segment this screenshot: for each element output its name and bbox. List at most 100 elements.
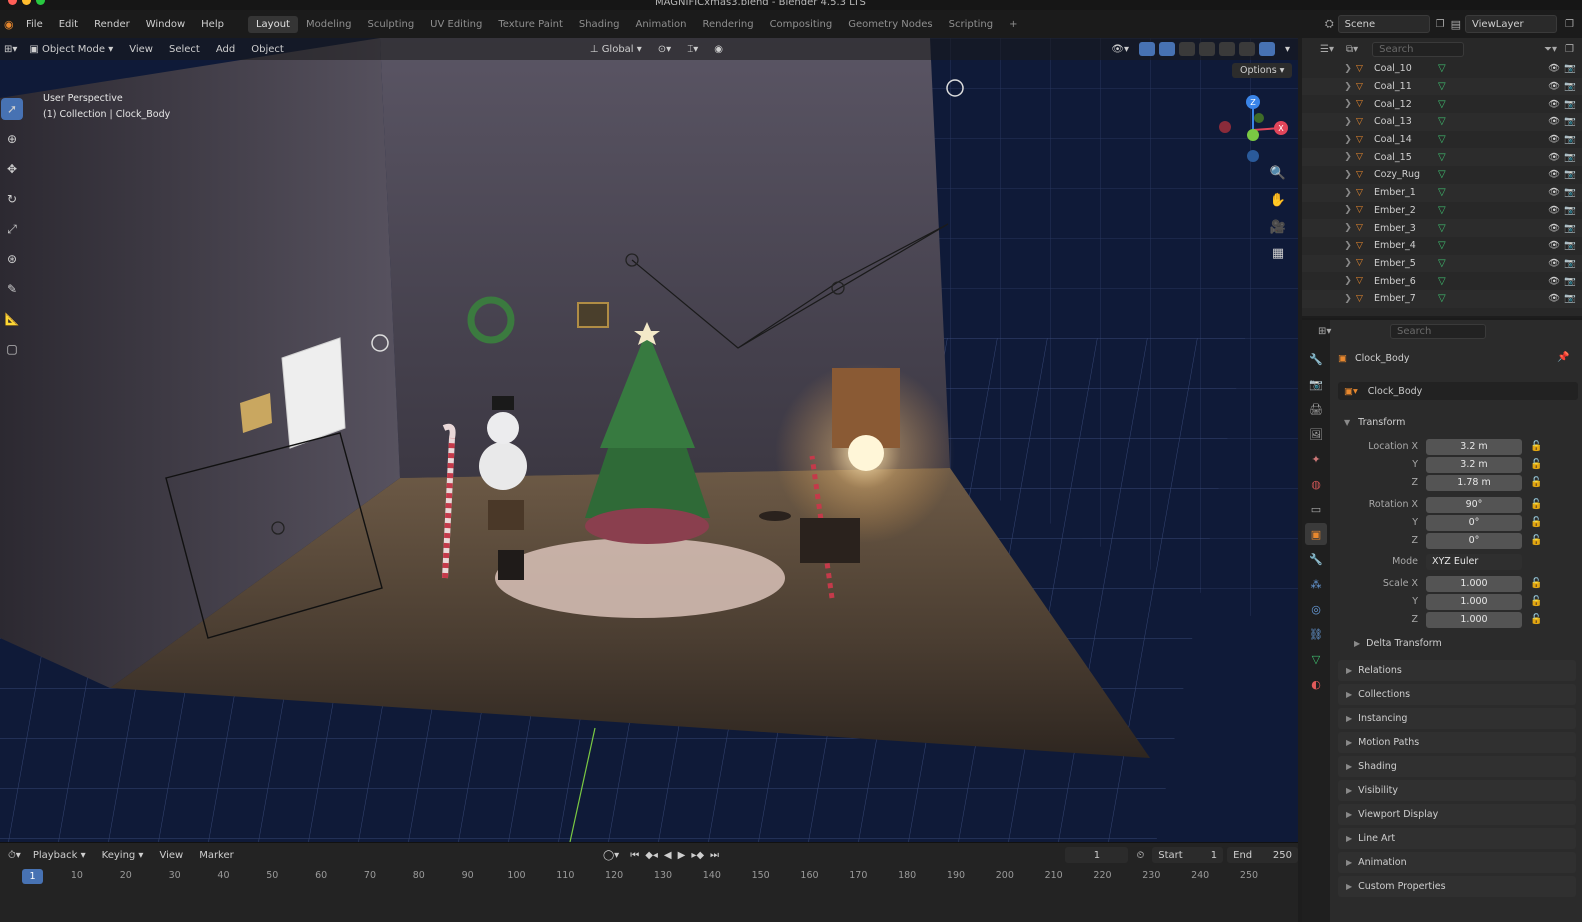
timeline[interactable]: ⏱▾ Playback ▾ Keying ▾ View Marker ◯▾ ⏮ … [0,842,1298,922]
menu-object[interactable]: Object [243,44,292,55]
tab-compositing[interactable]: Compositing [762,16,841,33]
lock-icon[interactable]: 🔓 [1530,596,1542,607]
tab-geometry-nodes[interactable]: Geometry Nodes [840,16,940,33]
end-frame-field[interactable]: End 250 [1227,847,1298,863]
eye-icon[interactable]: 👁 [1548,205,1560,216]
shading-rendered-icon[interactable] [1258,42,1275,56]
pivot-point-icon[interactable]: ⊙▾ [650,44,679,55]
outliner-row[interactable]: ❯ ▽ Ember_1 ▽ 👁 📷 [1302,183,1582,202]
menu-view[interactable]: View [121,44,161,55]
eye-icon[interactable]: 👁 [1548,276,1560,287]
play-reverse-icon[interactable]: ◀ [661,850,675,861]
eye-icon[interactable]: 👁 [1548,258,1560,269]
camera-icon[interactable]: 📷 [1564,293,1576,304]
blender-logo-icon[interactable]: ◉ [4,18,18,31]
perspective-toggle-icon[interactable]: ▦ [1268,246,1288,261]
camera-icon[interactable]: 📷 [1564,205,1576,216]
current-frame-field[interactable]: 1 [1065,847,1129,863]
lock-icon[interactable]: 🔓 [1530,459,1542,470]
minimize-window-button[interactable] [22,0,31,5]
new-scene-icon[interactable]: ❐ [1436,19,1445,30]
menu-select[interactable]: Select [161,44,208,55]
rotation-mode-dropdown[interactable]: XYZ Euler [1426,553,1522,570]
cursor-tool-icon[interactable]: ⊕ [1,128,23,150]
overlay-toggle-icon[interactable] [1158,42,1175,56]
expand-chevron-icon[interactable]: ❯ [1340,276,1356,286]
expand-chevron-icon[interactable]: ❯ [1340,152,1356,162]
mesh-data-icon[interactable]: ▽ [1438,223,1446,234]
eye-icon[interactable]: 👁 [1548,223,1560,234]
camera-icon[interactable]: 📷 [1564,63,1576,74]
expand-chevron-icon[interactable]: ❯ [1340,294,1356,304]
pin-icon[interactable]: 📌 [1557,352,1569,363]
eye-icon[interactable]: 👁 [1548,169,1560,180]
move-tool-icon[interactable]: ✥ [1,158,23,180]
camera-icon[interactable]: 📷 [1564,81,1576,92]
transform-tool-icon[interactable]: ⊛ [1,248,23,270]
add-workspace-button[interactable]: + [1001,16,1025,33]
menu-file[interactable]: File [18,19,51,30]
xray-toggle-icon[interactable] [1178,42,1195,56]
mesh-data-icon[interactable]: ▽ [1438,99,1446,110]
physics-tab-icon[interactable]: ◎ [1305,598,1327,620]
tab-texture-paint[interactable]: Texture Paint [490,16,571,33]
maximize-window-button[interactable] [36,0,45,5]
3d-viewport[interactable] [0,38,1298,842]
annotate-tool-icon[interactable]: ✎ [1,278,23,300]
transform-panel-header[interactable]: ▼ Transform [1338,412,1578,432]
camera-icon[interactable]: 📷 [1564,240,1576,251]
mesh-data-icon[interactable]: ▽ [1438,116,1446,127]
camera-icon[interactable]: 📷 [1564,258,1576,269]
filter-icon[interactable]: ⏷▾ [1544,44,1557,55]
shading-solid-icon[interactable] [1218,42,1235,56]
gizmo-toggle-icon[interactable] [1138,42,1155,56]
view-layer-selector[interactable]: ViewLayer [1465,15,1558,33]
gizmo-neg-y-icon[interactable] [1254,113,1264,123]
outliner-row[interactable]: ❯ ▽ Ember_7 ▽ 👁 📷 [1302,289,1582,308]
scene-selector[interactable]: Scene [1337,15,1430,33]
view-layer-tab-icon[interactable]: 🖼 [1305,423,1327,445]
outliner-editor-icon[interactable]: ☰▾ [1320,44,1334,55]
camera-icon[interactable]: 📷 [1564,223,1576,234]
mesh-data-icon[interactable]: ▽ [1438,240,1446,251]
eye-icon[interactable]: 👁 [1548,81,1560,92]
camera-icon[interactable]: 📷 [1564,169,1576,180]
collection-tab-icon[interactable]: ▭ [1305,498,1327,520]
menu-add[interactable]: Add [208,44,243,55]
keying-menu[interactable]: Keying ▾ [94,850,152,861]
mesh-data-icon[interactable]: ▽ [1438,169,1446,180]
add-cube-tool-icon[interactable]: ▢ [1,338,23,360]
expand-chevron-icon[interactable]: ❯ [1340,258,1356,268]
outliner-row[interactable]: ❯ ▽ Coal_12 ▽ 👁 📷 [1302,95,1582,113]
lock-icon[interactable]: 🔓 [1530,578,1542,589]
visibility-icon[interactable]: 👁▾ [1103,44,1137,55]
outliner-row[interactable]: ❯ ▽ Ember_5 ▽ 👁 📷 [1302,254,1582,273]
property-panel-header[interactable]: ▶ Collections [1338,684,1576,705]
tab-scripting[interactable]: Scripting [941,16,1001,33]
mesh-data-icon[interactable]: ▽ [1438,187,1446,198]
jump-end-icon[interactable]: ⏭ [707,850,722,861]
property-panel-header[interactable]: ▶ Shading [1338,756,1576,777]
outliner-row[interactable]: ❯ ▽ Ember_2 ▽ 👁 📷 [1302,202,1582,220]
mesh-data-icon[interactable]: ▽ [1438,152,1446,163]
lock-icon[interactable]: 🔓 [1530,477,1542,488]
rotation-y-field[interactable]: 0° [1426,514,1522,531]
editor-type-icon[interactable]: ⊞▾ [0,44,21,55]
property-panel-header[interactable]: ▶ Viewport Display [1338,804,1576,825]
eye-icon[interactable]: 👁 [1548,99,1560,110]
outliner-row[interactable]: ❯ ▽ Cozy_Rug ▽ 👁 📷 [1302,166,1582,184]
expand-chevron-icon[interactable]: ❯ [1340,82,1356,92]
object-tab-icon[interactable]: ▣ [1305,523,1327,545]
modifier-tab-icon[interactable]: 🔧 [1305,548,1327,570]
world-tab-icon[interactable]: ◍ [1305,473,1327,495]
lock-icon[interactable]: 🔓 [1530,441,1542,452]
rotation-x-field[interactable]: 90° [1426,496,1522,513]
outliner-row[interactable]: ❯ ▽ Coal_14 ▽ 👁 📷 [1302,131,1582,149]
eye-icon[interactable]: 👁 [1548,187,1560,198]
location-x-field[interactable]: 3.2 m [1426,438,1522,455]
gizmo-y-icon[interactable] [1247,129,1259,141]
outliner-row[interactable]: ❯ ▽ Ember_4 ▽ 👁 📷 [1302,237,1582,255]
frame-ruler[interactable]: 1102030405060708090100110120130140150160… [0,867,1298,885]
scale-x-field[interactable]: 1.000 [1426,575,1522,592]
play-icon[interactable]: ▶ [675,850,689,861]
